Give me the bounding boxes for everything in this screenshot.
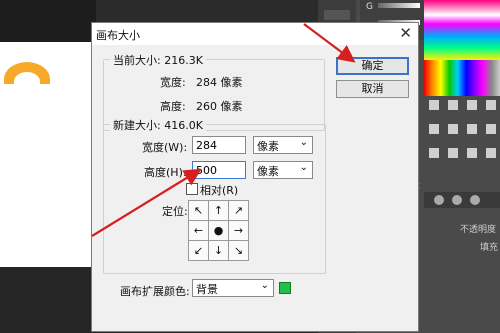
chevron-down-icon: ⌄: [260, 280, 269, 291]
current-size-legend: 当前大小: 216.3K: [110, 52, 206, 68]
height-input[interactable]: [192, 161, 246, 179]
anchor-label: 定位:: [162, 205, 188, 218]
width-unit-select[interactable]: 像素 ⌄: [253, 136, 313, 154]
new-width-label: 宽度(W):: [142, 141, 188, 154]
workspace-top-band: [0, 0, 96, 42]
close-icon[interactable]: ✕: [399, 24, 412, 42]
canvas-shape-hole: [14, 72, 40, 84]
arrow-left-icon[interactable]: ←: [188, 220, 209, 241]
fill-label: 填充: [480, 243, 499, 253]
height-unit-value: 像素: [257, 165, 279, 178]
filter-icon[interactable]: [452, 195, 462, 205]
adjustment-icon[interactable]: [485, 100, 496, 110]
slider-g-label: G: [366, 2, 373, 12]
arrow-down-right-icon[interactable]: ↘: [228, 240, 249, 261]
adjustment-icon[interactable]: [428, 100, 439, 110]
anchor-center-dot-icon[interactable]: ●: [208, 220, 229, 241]
arrow-down-left-icon[interactable]: ↙: [188, 240, 209, 261]
adjustment-icon[interactable]: [447, 148, 458, 158]
arrow-up-icon[interactable]: ↑: [208, 200, 229, 221]
cancel-button[interactable]: 取消: [336, 80, 409, 98]
adjustment-icon[interactable]: [466, 100, 477, 110]
swatches-strip[interactable]: [424, 60, 500, 96]
color-slider-bar[interactable]: [378, 3, 420, 8]
adjustment-icon-row: [424, 124, 500, 138]
adjustment-icon[interactable]: [447, 100, 458, 110]
adjustment-icon[interactable]: [485, 148, 496, 158]
adjustment-icon[interactable]: [428, 148, 439, 158]
dialog-title: 画布大小: [96, 29, 140, 42]
chevron-down-icon: ⌄: [299, 137, 308, 148]
relative-label[interactable]: 相对(R): [200, 182, 238, 198]
arrow-up-right-icon[interactable]: ↗: [228, 200, 249, 221]
adjustment-icon[interactable]: [447, 124, 458, 134]
current-height-value: 260 像素: [196, 100, 243, 113]
new-height-label: 高度(H):: [144, 166, 187, 179]
filter-icon[interactable]: [434, 195, 444, 205]
width-unit-value: 像素: [257, 140, 279, 153]
arrow-up-left-icon[interactable]: ↖: [188, 200, 209, 221]
adjustment-icon[interactable]: [466, 124, 477, 134]
height-unit-select[interactable]: 像素 ⌄: [253, 161, 313, 179]
new-size-legend: 新建大小: 416.0K: [110, 117, 206, 133]
anchor-grid: ↖ ↑ ↗ ← ● → ↙ ↓ ↘: [188, 200, 249, 261]
current-height-label: 高度:: [160, 100, 186, 113]
filter-icon[interactable]: [470, 195, 480, 205]
current-width-label: 宽度:: [160, 76, 186, 89]
adjustment-icon[interactable]: [428, 124, 439, 134]
arrow-right-icon[interactable]: →: [228, 220, 249, 241]
extension-color-label: 画布扩展颜色:: [120, 285, 190, 298]
opacity-label: 不透明度: [460, 225, 497, 235]
layers-filter-row[interactable]: [424, 192, 500, 208]
extension-color-value: 背景: [196, 283, 218, 296]
adjustment-icon-row: [424, 148, 500, 162]
canvas-size-dialog: 画布大小 ✕ 当前大小: 216.3K 宽度: 284 像素 高度: 260 像…: [91, 22, 419, 332]
ok-button[interactable]: 确定: [336, 57, 409, 75]
current-width-value: 284 像素: [196, 76, 243, 89]
width-input[interactable]: [192, 136, 246, 154]
color-spectrum[interactable]: [424, 0, 500, 60]
adjustment-icon-row: [424, 100, 500, 114]
dialog-titlebar[interactable]: 画布大小 ✕: [92, 23, 418, 45]
extension-color-select[interactable]: 背景 ⌄: [192, 279, 274, 297]
adjustment-icon[interactable]: [466, 148, 477, 158]
extension-color-swatch[interactable]: [279, 282, 291, 294]
document-canvas[interactable]: [0, 42, 96, 267]
adjustment-icon[interactable]: [485, 124, 496, 134]
panel-strip-item[interactable]: [324, 10, 350, 20]
arrow-down-icon[interactable]: ↓: [208, 240, 229, 261]
relative-checkbox[interactable]: [186, 183, 198, 195]
chevron-down-icon: ⌄: [299, 162, 308, 173]
